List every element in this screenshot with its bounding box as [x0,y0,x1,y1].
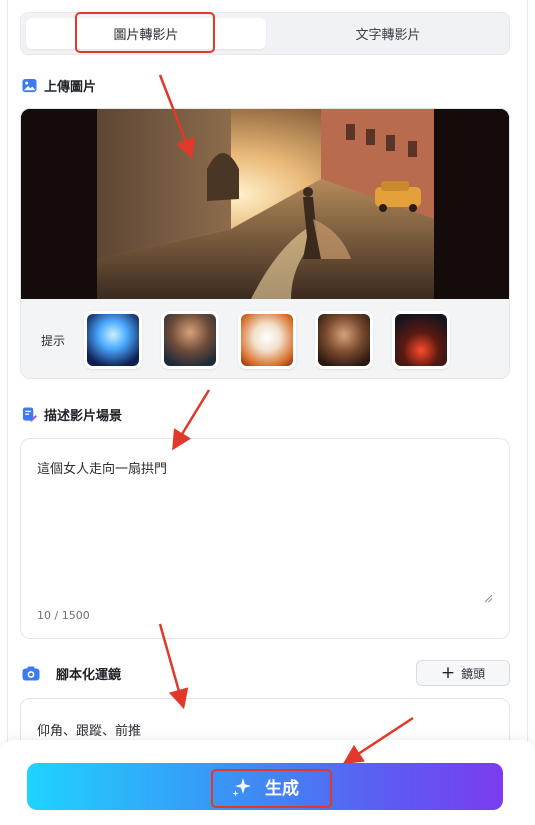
character-counter: 10 / 1500 [37,609,90,622]
hints-label: 提示 [41,334,66,348]
hint-thumbnail-4[interactable] [315,311,373,369]
upload-section-title: 上傳圖片 [44,80,97,95]
camera-icon [22,666,40,681]
hint-thumbnail-1[interactable] [84,311,142,369]
callout-box-tab [75,12,215,53]
description-section-title: 描述影片場景 [44,409,123,424]
camera-movement-text[interactable]: 仰角、跟蹤、前推 [37,720,141,739]
resize-handle-icon[interactable] [483,593,493,603]
add-shot-label: 鏡頭 [461,666,486,681]
description-section-header: 描述影片場景 [22,405,122,424]
plus-icon: + [440,662,456,683]
uploaded-image-preview[interactable] [21,109,509,299]
hint-thumbnail-5[interactable] [392,311,450,369]
hint-thumbnail-2[interactable] [161,311,219,369]
add-shot-button[interactable]: + 鏡頭 [416,660,510,686]
hint-thumbnail-3[interactable] [238,311,296,369]
tab-text-to-video[interactable]: 文字轉影片 [271,18,505,49]
frame-border-left [7,0,8,825]
frame-border-right [527,0,528,825]
description-text[interactable]: 這個女人走向一扇拱門 [37,458,167,477]
arrow-to-description [172,389,211,451]
image-icon [22,78,37,93]
script-section-title: 腳本化運鏡 [56,668,122,683]
edit-document-icon [22,407,37,422]
description-textarea[interactable]: 這個女人走向一扇拱門 10 / 1500 [20,438,510,639]
script-section-header: 腳本化運鏡 [22,664,121,683]
hints-row: 提示 [21,299,509,378]
callout-box-generate [211,769,332,808]
upload-card[interactable]: 提示 [20,108,510,379]
upload-section-header: 上傳圖片 [22,76,96,95]
